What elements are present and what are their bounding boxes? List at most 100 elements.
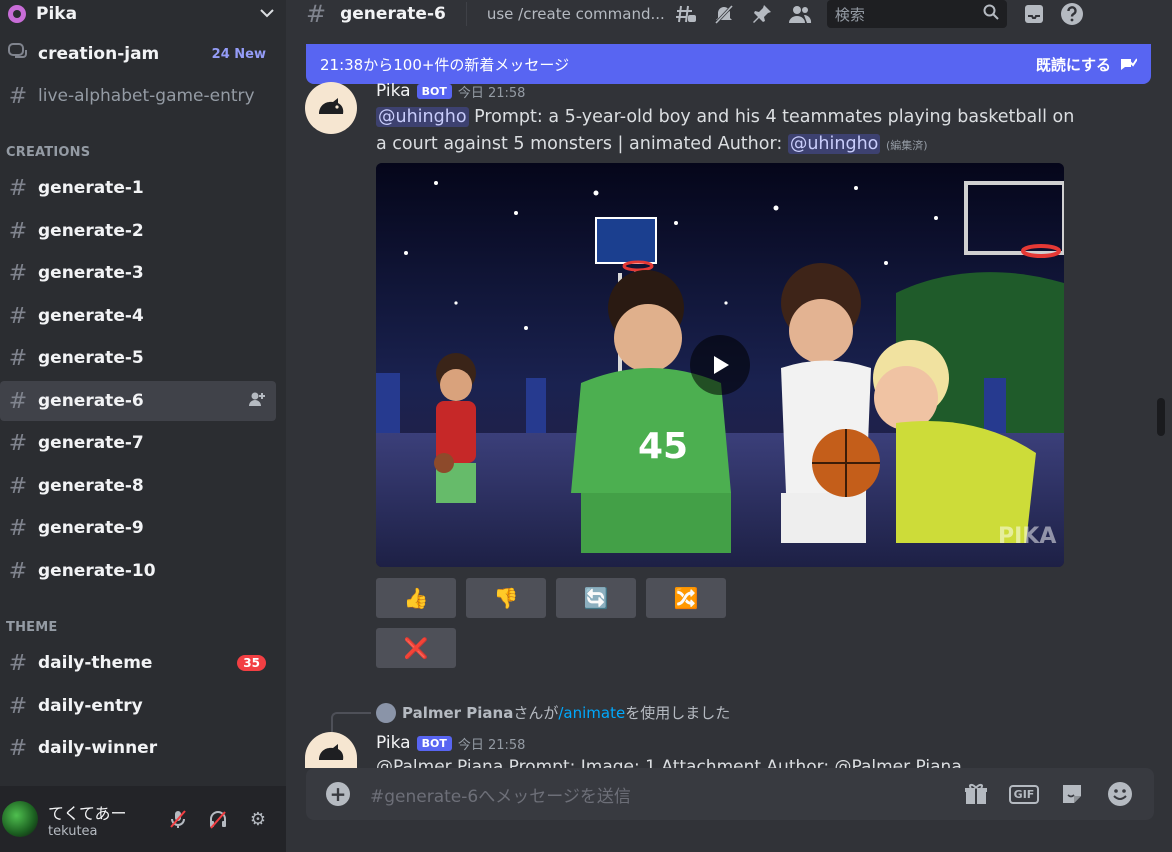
svg-text:45: 45 <box>638 426 688 467</box>
threads-icon[interactable] <box>667 0 705 28</box>
gif-button[interactable]: GIF <box>1000 784 1048 804</box>
hash-icon: # <box>8 303 28 329</box>
sidebar-item-generate-10[interactable]: # generate-10 <box>0 551 276 591</box>
channel-label: generate-6 <box>38 391 144 411</box>
pin-icon[interactable] <box>743 0 781 28</box>
gear-icon: ⚙ <box>249 808 267 830</box>
sidebar-item-generate-3[interactable]: # generate-3 <box>0 253 276 293</box>
new-count-badge: 24 New <box>211 46 266 62</box>
thumbs-down-button[interactable]: 👎 <box>466 578 546 618</box>
avatar[interactable] <box>305 732 357 768</box>
command-reply-context[interactable]: Palmer Pianaさんが/animateを使用しました <box>376 702 730 723</box>
deafen-button[interactable] <box>198 803 238 835</box>
add-member-icon[interactable] <box>248 391 266 411</box>
sidebar-item-generate-7[interactable]: # generate-7 <box>0 423 276 463</box>
server-name: Pika <box>36 4 78 24</box>
sticker-icon[interactable] <box>1048 782 1096 806</box>
avatar <box>376 702 396 723</box>
edited-tag: (編集済) <box>885 139 928 152</box>
prompt-text: Prompt: a 5-year-old boy and his 4 teamm… <box>376 107 1075 154</box>
mark-as-read-label: 既読にする <box>1035 55 1111 74</box>
sidebar-item-generate-8[interactable]: # generate-8 <box>0 466 276 506</box>
mention-count-badge: 35 <box>237 655 266 671</box>
hash-icon: # <box>8 218 28 244</box>
message-author[interactable]: Pika <box>376 733 411 753</box>
mute-mic-button[interactable] <box>158 803 198 835</box>
message-input[interactable]: #generate-6へメッセージを送信 <box>370 782 952 807</box>
thumbs-up-button[interactable]: 👍 <box>376 578 456 618</box>
notification-muted-icon[interactable] <box>705 0 743 28</box>
channel-topic[interactable]: use /create command... <box>487 5 667 23</box>
new-messages-banner[interactable]: 21:38から100+件の新着メッセージ 既読にする <box>306 44 1151 84</box>
channel-label: generate-3 <box>38 263 144 283</box>
sidebar-item-generate-9[interactable]: # generate-9 <box>0 508 276 548</box>
category-creations[interactable]: CREATIONS <box>6 145 90 160</box>
avatar[interactable] <box>2 801 38 837</box>
member-list-icon[interactable] <box>781 0 819 28</box>
server-header[interactable]: Pika <box>0 0 286 28</box>
sidebar-item-creation-jam[interactable]: creation-jam 24 New <box>0 34 276 74</box>
mark-as-read-button[interactable]: 既読にする <box>1036 54 1137 75</box>
reply-command[interactable]: /animate <box>558 704 625 722</box>
channel-label: generate-9 <box>38 518 144 538</box>
forum-icon <box>6 42 30 67</box>
header-divider <box>465 2 467 26</box>
user-mention[interactable]: @uhingho <box>376 107 469 127</box>
hash-icon: # <box>8 473 28 499</box>
user-handle: tekutea <box>48 823 98 839</box>
channel-label: generate-5 <box>38 348 144 368</box>
threaded-hash-icon: # <box>8 430 28 456</box>
hash-icon: # <box>8 345 28 371</box>
channel-label: generate-4 <box>38 306 144 326</box>
emoji-icon[interactable] <box>1096 781 1144 807</box>
message-composer[interactable]: + #generate-6へメッセージを送信 GIF <box>306 768 1154 820</box>
sidebar-item-daily-entry[interactable]: # daily-entry <box>0 686 276 726</box>
gift-icon[interactable] <box>952 783 1000 805</box>
author-mention[interactable]: @uhingho <box>787 134 881 154</box>
sidebar-item-live-alphabet-game-entry[interactable]: # live-alphabet-game-entry <box>0 76 276 116</box>
help-icon[interactable] <box>1053 0 1091 28</box>
avatar[interactable] <box>305 82 357 134</box>
message-author[interactable]: Pika <box>376 81 411 101</box>
threaded-hash-icon: # <box>8 558 28 584</box>
upload-plus-icon[interactable]: + <box>326 782 350 806</box>
message-timestamp: 今日 21:58 <box>457 737 526 753</box>
headset-muted-icon <box>210 811 226 829</box>
user-names[interactable]: てくてあー tekutea <box>48 800 158 839</box>
play-button[interactable] <box>690 335 750 395</box>
sidebar-item-generate-4[interactable]: # generate-4 <box>0 296 276 336</box>
threaded-hash-icon: # <box>8 260 28 286</box>
sidebar-item-daily-winner[interactable]: # daily-winner <box>0 728 276 768</box>
sidebar-item-generate-1[interactable]: # generate-1 <box>0 168 276 208</box>
channel-label: live-alphabet-game-entry <box>38 86 255 106</box>
chevron-down-icon[interactable] <box>256 6 278 22</box>
hash-icon: # <box>306 0 327 28</box>
delete-button[interactable]: ❌ <box>376 628 456 668</box>
search-icon <box>983 4 999 24</box>
video-attachment[interactable]: 45 PIKA <box>376 163 1064 567</box>
search-placeholder: 検索 <box>834 5 865 24</box>
reply-suffix: さんが <box>513 704 559 722</box>
sidebar-item-daily-theme[interactable]: # daily-theme 35 <box>0 643 276 683</box>
category-theme[interactable]: THEME <box>6 620 57 635</box>
sidebar-item-generate-5[interactable]: # generate-5 <box>0 338 276 378</box>
shuffle-button[interactable]: 🔀 <box>646 578 726 618</box>
sidebar-item-generate-6[interactable]: # generate-6 <box>0 381 276 421</box>
inbox-icon[interactable] <box>1015 0 1053 28</box>
search-input[interactable]: 検索 <box>826 0 1007 28</box>
message-header: Pika BOT 今日 21:58 <box>376 81 525 101</box>
svg-text:PIKA: PIKA <box>998 524 1056 549</box>
channel-label: generate-2 <box>38 221 144 241</box>
hash-icon: # <box>8 693 28 719</box>
message-timestamp: 今日 21:58 <box>457 85 526 101</box>
channel-label: daily-theme <box>38 653 153 673</box>
channel-label: generate-1 <box>38 178 144 198</box>
scrollbar-thumb[interactable] <box>1157 398 1165 436</box>
user-settings-button[interactable]: ⚙ <box>238 803 278 835</box>
mic-muted-icon <box>170 810 186 828</box>
regenerate-button[interactable]: 🔄 <box>556 578 636 618</box>
message-content: @uhingho Prompt: a 5-year-old boy and hi… <box>376 104 1076 159</box>
bot-tag: BOT <box>416 83 452 99</box>
gif-icon: GIF <box>1008 784 1040 804</box>
sidebar-item-generate-2[interactable]: # generate-2 <box>0 211 276 251</box>
